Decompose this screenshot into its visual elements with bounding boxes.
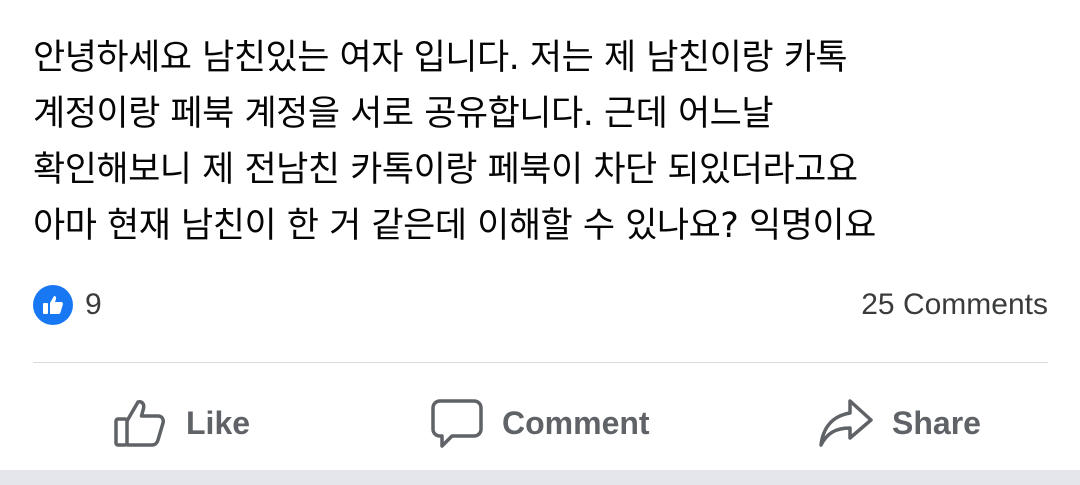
share-label: Share <box>892 404 981 441</box>
action-bar: Like Comment Share <box>0 388 1080 458</box>
speech-bubble-icon <box>430 396 484 450</box>
post-stats: 9 25 Comments <box>33 280 1048 330</box>
like-label: Like <box>186 404 251 441</box>
comment-button[interactable]: Comment <box>430 388 650 458</box>
reaction-summary[interactable]: 9 <box>33 285 102 325</box>
section-separator <box>0 470 1080 485</box>
share-button[interactable]: Share <box>818 388 981 458</box>
thumbs-up-outline-icon <box>112 395 168 451</box>
share-arrow-icon <box>818 395 874 451</box>
comment-label: Comment <box>502 404 650 441</box>
post-text: 안녕하세요 남친있는 여자 입니다. 저는 제 남친이랑 카톡 계정이랑 페북 … <box>33 38 876 246</box>
like-button[interactable]: Like <box>112 388 250 458</box>
like-count: 9 <box>85 288 102 321</box>
comments-count[interactable]: 25 Comments <box>861 288 1048 322</box>
divider <box>33 362 1048 363</box>
thumbs-up-icon <box>33 285 73 325</box>
